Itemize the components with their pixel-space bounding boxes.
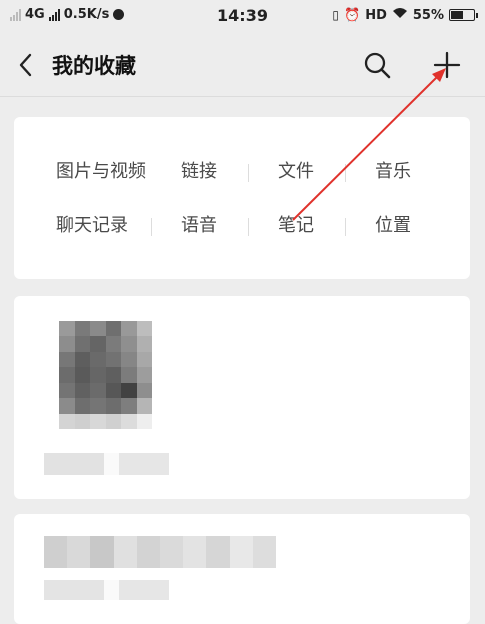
mosaic-tile: [252, 536, 276, 568]
favorite-item[interactable]: [14, 296, 470, 499]
category-row-2: 聊天记录 语音 笔记 位置: [14, 211, 470, 241]
mosaic-tile: [136, 367, 152, 383]
mosaic-tile: [59, 367, 75, 383]
mosaic-tile: [136, 398, 152, 414]
mosaic-tile: [44, 536, 68, 568]
mosaic-tile: [121, 351, 137, 368]
category-music[interactable]: 音乐: [375, 157, 411, 187]
page-title: 我的收藏: [52, 54, 136, 78]
mosaic-tile: [90, 321, 106, 337]
plus-icon: [433, 51, 461, 79]
mosaic-tile: [59, 321, 75, 337]
status-right: ▯ ⏰ HD 55%: [332, 7, 478, 23]
mosaic-tile: [229, 536, 253, 568]
mosaic-tile: [121, 321, 137, 337]
mosaic-tile: [159, 536, 184, 568]
battery-fill: [451, 11, 463, 19]
mosaic-tile: [90, 367, 106, 383]
mosaic-tile: [121, 398, 137, 414]
category-photos-videos[interactable]: 图片与视频: [56, 157, 146, 187]
mosaic-tile: [136, 351, 152, 368]
mosaic-tile: [105, 398, 121, 414]
category-divider: [151, 218, 152, 236]
mosaic-tile: [136, 536, 160, 568]
pixelated-thumbnail: [59, 321, 152, 429]
mosaic-tile: [90, 536, 114, 568]
mosaic-tile: [74, 413, 90, 429]
mosaic-tile: [136, 336, 152, 352]
mosaic-tile: [74, 336, 90, 352]
category-divider: [248, 164, 249, 182]
category-chat-history[interactable]: 聊天记录: [56, 211, 128, 241]
mosaic-tile: [206, 536, 230, 568]
mosaic-tile: [59, 351, 75, 368]
mosaic-tile: [105, 321, 121, 337]
category-location[interactable]: 位置: [375, 211, 411, 241]
mosaic-tile: [90, 398, 106, 414]
wifi-icon: [392, 7, 408, 23]
header-divider: [0, 96, 485, 97]
status-bar: 4G 0.5K/s 14:39 ▯ ⏰ HD 55%: [0, 0, 485, 34]
mosaic-tile: [121, 382, 137, 399]
mosaic-tile: [74, 382, 90, 399]
category-divider: [345, 164, 346, 182]
category-divider: [248, 218, 249, 236]
hd-badge: HD: [365, 7, 387, 23]
category-links[interactable]: 链接: [181, 157, 217, 187]
mosaic-tile: [121, 336, 137, 352]
favorite-item[interactable]: [14, 514, 470, 624]
mosaic-tile: [74, 398, 90, 414]
mosaic-tile: [90, 382, 106, 399]
mosaic-tile: [136, 382, 152, 399]
mosaic-tile: [105, 367, 121, 383]
mosaic-tile: [105, 382, 121, 399]
search-button[interactable]: [362, 50, 392, 80]
mosaic-tile: [105, 351, 121, 368]
category-divider: [345, 218, 346, 236]
mosaic-tile: [113, 536, 137, 568]
mosaic-tile: [90, 413, 106, 429]
category-row-1: 图片与视频 链接 文件 音乐: [14, 157, 470, 187]
mosaic-tile: [90, 351, 106, 368]
pixelated-text: [44, 536, 276, 568]
battery-percent: 55%: [412, 7, 444, 23]
nav-header: 我的收藏: [0, 34, 485, 96]
add-button[interactable]: [432, 50, 462, 80]
alarm-icon: ⏰: [344, 7, 361, 23]
mosaic-tile: [105, 336, 121, 352]
pixelated-caption: [44, 453, 169, 475]
back-icon: [19, 53, 32, 77]
mosaic-tile: [121, 413, 137, 429]
mosaic-tile: [59, 413, 75, 429]
mosaic-tile: [136, 321, 152, 337]
vibrate-icon: ▯: [332, 8, 340, 22]
category-notes[interactable]: 笔记: [278, 211, 314, 241]
mosaic-tile: [136, 413, 152, 429]
battery-icon: [449, 9, 478, 21]
mosaic-tile: [90, 336, 106, 352]
mosaic-tile: [105, 413, 121, 429]
mosaic-tile: [183, 536, 207, 568]
mosaic-tile: [74, 367, 90, 383]
mosaic-tile: [74, 351, 90, 368]
mosaic-tile: [59, 398, 75, 414]
mosaic-tile: [59, 382, 75, 399]
mosaic-tile: [74, 321, 90, 337]
mosaic-tile: [67, 536, 91, 568]
back-button[interactable]: [14, 50, 42, 80]
category-card: 图片与视频 链接 文件 音乐 聊天记录 语音 笔记 位置: [14, 117, 470, 279]
mosaic-tile: [59, 336, 75, 352]
category-files[interactable]: 文件: [278, 157, 314, 187]
pixelated-caption: [44, 580, 169, 600]
category-voice[interactable]: 语音: [181, 211, 217, 241]
search-icon: [364, 52, 391, 79]
mosaic-tile: [121, 367, 137, 383]
